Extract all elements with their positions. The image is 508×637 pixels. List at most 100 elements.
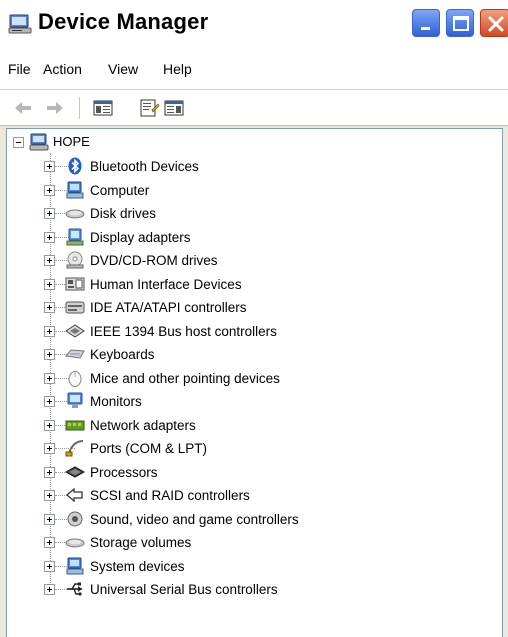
tree-item-label: Sound, video and game controllers xyxy=(90,511,299,527)
tree-item-label: Human Interface Devices xyxy=(90,276,242,292)
tree-item-label: Keyboards xyxy=(90,347,155,362)
tree-item[interactable]: SCSI and RAID controllers xyxy=(7,484,502,508)
show-hide-tree-button[interactable] xyxy=(92,98,114,118)
keyboard-icon xyxy=(65,345,85,363)
network-adapter-icon xyxy=(65,416,85,434)
toolbar-separator xyxy=(79,97,80,119)
menu-action[interactable]: Action xyxy=(43,61,82,77)
tree-item[interactable]: IEEE 1394 Bus host controllers xyxy=(7,320,502,344)
tree-item[interactable]: Computer xyxy=(7,179,502,203)
tree-item[interactable]: Processors xyxy=(7,461,502,485)
tree-item[interactable]: Monitors xyxy=(7,390,502,414)
scsi-icon xyxy=(65,486,85,504)
expand-toggle[interactable] xyxy=(44,161,55,172)
properties-button[interactable] xyxy=(138,98,160,118)
tree-item-label: IEEE 1394 Bus host controllers xyxy=(90,323,277,339)
tree-item-label: Display adapters xyxy=(90,229,191,245)
tree-item[interactable]: Sound, video and game controllers xyxy=(7,508,502,532)
tree-root-label: HOPE xyxy=(53,134,90,149)
expand-toggle[interactable] xyxy=(44,278,55,290)
menu-bar: File Action View Help xyxy=(0,46,508,90)
tree-item[interactable]: Keyboards xyxy=(7,343,502,367)
expand-toggle[interactable] xyxy=(44,419,55,431)
tree-item[interactable]: Human Interface Devices xyxy=(7,273,502,297)
expand-toggle[interactable] xyxy=(44,184,55,196)
expand-toggle[interactable] xyxy=(44,208,55,219)
expand-toggle[interactable] xyxy=(44,372,55,384)
expand-toggle[interactable] xyxy=(44,466,55,478)
device-manager-window: Device Manager File Action View Help HOP… xyxy=(0,0,508,637)
maximize-icon xyxy=(453,16,469,31)
ide-controller-icon xyxy=(65,298,85,316)
expand-toggle[interactable] xyxy=(44,584,55,595)
expand-toggle[interactable] xyxy=(44,560,55,572)
port-icon xyxy=(65,439,85,457)
monitor-icon xyxy=(65,392,85,410)
menu-help[interactable]: Help xyxy=(163,61,192,77)
expand-toggle[interactable] xyxy=(44,443,55,454)
processor-icon xyxy=(64,463,86,481)
ieee1394-icon xyxy=(65,322,85,340)
tree-item[interactable]: Display adapters xyxy=(7,226,502,250)
storage-volume-icon xyxy=(65,533,85,551)
back-arrow-icon xyxy=(15,102,31,114)
expand-toggle[interactable] xyxy=(44,513,55,525)
computer-icon xyxy=(65,181,85,199)
tree-item-label: Network adapters xyxy=(90,417,196,433)
tree-item[interactable]: Mice and other pointing devices xyxy=(7,367,502,391)
tree-item[interactable]: Universal Serial Bus controllers xyxy=(7,578,502,602)
usb-icon xyxy=(65,580,85,598)
minimize-button[interactable] xyxy=(412,9,440,37)
back-button[interactable] xyxy=(12,98,34,118)
expand-toggle[interactable] xyxy=(44,537,55,548)
tree-item[interactable]: Network adapters xyxy=(7,414,502,438)
tree-item-label: Universal Serial Bus controllers xyxy=(90,582,278,597)
tree-item[interactable]: DVD/CD-ROM drives xyxy=(7,249,502,273)
system-device-icon xyxy=(65,557,85,575)
tree-item-label: Ports (COM & LPT) xyxy=(90,441,208,456)
device-tree-pane[interactable]: HOPE Bluetooth Devices Computer Disk drive… xyxy=(6,128,503,637)
forward-arrow-icon xyxy=(47,102,63,114)
expand-toggle[interactable] xyxy=(44,325,55,337)
tree-item-label: Computer xyxy=(90,182,150,198)
expand-toggle[interactable] xyxy=(44,396,55,407)
forward-button[interactable] xyxy=(44,98,66,118)
menu-view[interactable]: View xyxy=(108,61,138,77)
tree-item[interactable]: Ports (COM & LPT) xyxy=(7,437,502,461)
tree-item-label: Disk drives xyxy=(90,206,157,221)
tree-item[interactable]: System devices xyxy=(7,555,502,579)
disk-drive-icon xyxy=(65,204,85,222)
toolbar xyxy=(0,90,508,126)
menu-file[interactable]: File xyxy=(8,61,31,77)
show-hide-console-tree-icon xyxy=(93,100,113,116)
bluetooth-icon xyxy=(65,157,85,175)
window-title: Device Manager xyxy=(38,9,209,34)
close-button[interactable] xyxy=(480,9,508,37)
expand-toggle[interactable] xyxy=(44,255,55,266)
tree-item-label: Bluetooth Devices xyxy=(90,159,199,174)
tree-item-label: Monitors xyxy=(90,394,142,409)
tree-item[interactable]: Bluetooth Devices xyxy=(7,155,502,179)
expand-toggle[interactable] xyxy=(44,231,55,243)
tree-item[interactable]: Storage volumes xyxy=(7,531,502,555)
device-manager-icon xyxy=(8,14,32,34)
tree-item-label: IDE ATA/ATAPI controllers xyxy=(90,300,247,315)
tree-item[interactable]: IDE ATA/ATAPI controllers xyxy=(7,296,502,320)
action-pane-button[interactable] xyxy=(163,98,185,118)
close-icon xyxy=(488,16,504,32)
expand-toggle[interactable] xyxy=(44,490,55,501)
collapse-toggle[interactable] xyxy=(13,137,24,148)
title-bar[interactable]: Device Manager xyxy=(0,0,508,46)
tree-item-label: Processors xyxy=(90,464,158,480)
maximize-button[interactable] xyxy=(446,9,474,37)
hid-icon xyxy=(65,275,85,293)
tree-item-label: Storage volumes xyxy=(90,535,192,550)
properties-icon xyxy=(140,99,160,117)
device-category-list: Bluetooth Devices Computer Disk drives Disp… xyxy=(7,155,502,602)
expand-toggle[interactable] xyxy=(44,302,55,313)
minimize-icon xyxy=(421,27,430,30)
tree-item[interactable]: Disk drives xyxy=(7,202,502,226)
tree-item-label: SCSI and RAID controllers xyxy=(90,488,250,503)
expand-toggle[interactable] xyxy=(44,349,55,360)
tree-root[interactable]: HOPE xyxy=(7,129,502,155)
